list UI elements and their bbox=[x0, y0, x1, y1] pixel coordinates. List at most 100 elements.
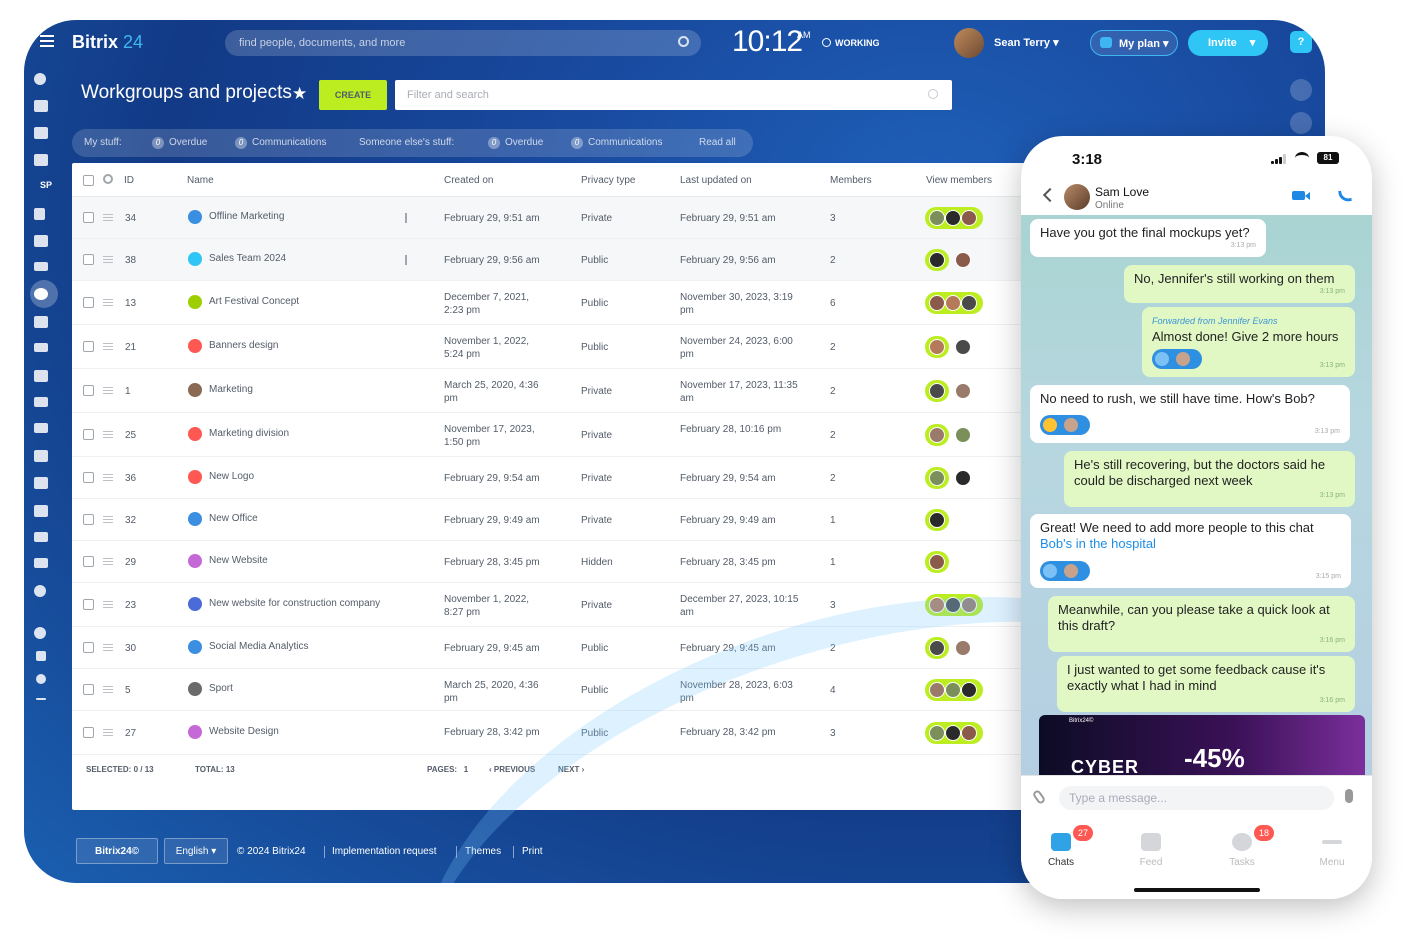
language-selector[interactable]: English ▾ bbox=[164, 838, 228, 864]
member-avatar[interactable] bbox=[929, 512, 945, 528]
settings-icon[interactable] bbox=[36, 674, 46, 684]
drag-handle-icon[interactable] bbox=[103, 299, 113, 306]
project-name-link[interactable]: New Logo bbox=[209, 470, 254, 483]
table-row[interactable]: 38 Sales Team 2024 February 29, 9:56 am Pub… bbox=[72, 239, 1092, 281]
drag-handle-icon[interactable] bbox=[103, 214, 113, 221]
row-checkbox[interactable] bbox=[83, 727, 94, 738]
table-row[interactable]: 13 Art Festival Concept December 7, 2021, 2… bbox=[72, 281, 1092, 325]
video-call-icon[interactable] bbox=[1292, 191, 1310, 200]
grid-settings-icon[interactable] bbox=[103, 174, 113, 184]
hamburger-menu-icon[interactable] bbox=[40, 35, 54, 47]
message-outgoing[interactable]: Meanwhile, can you please take a quick l… bbox=[1048, 596, 1355, 652]
copilot-icon[interactable] bbox=[1290, 79, 1312, 101]
next-button[interactable]: NEXT › bbox=[558, 765, 584, 774]
create-button[interactable]: CREATE bbox=[319, 80, 387, 110]
member-avatar[interactable] bbox=[929, 427, 945, 443]
project-name-link[interactable]: Marketing division bbox=[209, 427, 289, 440]
print-link[interactable]: Print bbox=[522, 846, 543, 857]
bitrix-logo[interactable]: Bitrix 24 bbox=[72, 32, 143, 53]
drag-handle-icon[interactable] bbox=[103, 644, 113, 651]
cart-icon[interactable] bbox=[34, 397, 48, 407]
table-row[interactable]: 30 Social Media Analytics February 29, 9:4… bbox=[72, 627, 1092, 669]
message-forwarded[interactable]: Forwarded from Jennifer Evans Almost done… bbox=[1142, 307, 1355, 377]
sp-icon[interactable]: SP bbox=[40, 180, 52, 190]
bitrix24-footer-logo[interactable]: Bitrix24© bbox=[76, 838, 158, 864]
checklist-icon[interactable] bbox=[34, 316, 48, 328]
previous-button[interactable]: ‹ PREVIOUS bbox=[489, 765, 535, 774]
row-checkbox[interactable] bbox=[83, 514, 94, 525]
member-avatar[interactable] bbox=[929, 470, 945, 486]
member-avatar[interactable] bbox=[929, 725, 945, 741]
page-number[interactable]: 1 bbox=[464, 765, 468, 774]
structure-icon[interactable] bbox=[36, 651, 46, 661]
message-input[interactable]: Type a message... bbox=[1059, 786, 1334, 810]
contact-name[interactable]: Sam Love bbox=[1095, 185, 1149, 199]
robot-icon[interactable] bbox=[34, 477, 48, 489]
table-row[interactable]: 36 New Logo February 29, 9:54 am Private Feb… bbox=[72, 457, 1092, 499]
back-icon[interactable] bbox=[1042, 187, 1058, 203]
bank-icon[interactable] bbox=[34, 370, 48, 382]
other-overdue-counter[interactable]: 0 Overdue bbox=[488, 137, 543, 149]
message-reaction[interactable] bbox=[1152, 349, 1202, 369]
phone-call-icon[interactable] bbox=[1338, 189, 1352, 203]
sign-icon[interactable] bbox=[34, 423, 48, 433]
filter-icon[interactable] bbox=[34, 343, 48, 352]
message-outgoing[interactable]: No, Jennifer's still working on them 3:13… bbox=[1124, 265, 1355, 303]
member-avatar[interactable] bbox=[955, 640, 971, 656]
pin-icon[interactable] bbox=[405, 213, 411, 223]
member-avatar[interactable] bbox=[945, 597, 961, 613]
column-members[interactable]: Members bbox=[830, 175, 872, 186]
member-avatar[interactable] bbox=[929, 252, 945, 268]
member-avatar[interactable] bbox=[955, 427, 971, 443]
member-avatar[interactable] bbox=[929, 682, 945, 698]
clock[interactable]: 10:12 bbox=[732, 25, 803, 59]
member-avatar[interactable] bbox=[955, 252, 971, 268]
member-avatar[interactable] bbox=[945, 725, 961, 741]
pin-icon[interactable] bbox=[405, 255, 411, 265]
member-avatar[interactable] bbox=[929, 339, 945, 355]
member-avatar[interactable] bbox=[961, 725, 977, 741]
message-incoming[interactable]: Great! We need to add more people to thi… bbox=[1030, 514, 1351, 588]
table-row[interactable]: 34 Offline Marketing February 29, 9:51 am P… bbox=[72, 197, 1092, 239]
drive-icon[interactable] bbox=[34, 235, 48, 247]
drag-handle-icon[interactable] bbox=[103, 516, 113, 523]
notifications-icon[interactable] bbox=[1290, 112, 1312, 134]
row-checkbox[interactable] bbox=[83, 556, 94, 567]
my-overdue-counter[interactable]: 0 Overdue bbox=[152, 137, 207, 149]
column-name[interactable]: Name bbox=[187, 175, 214, 186]
activity-stream-icon[interactable] bbox=[34, 73, 46, 85]
drag-handle-icon[interactable] bbox=[103, 256, 113, 263]
themes-link[interactable]: Themes bbox=[465, 846, 501, 857]
add-icon[interactable] bbox=[36, 698, 46, 700]
row-checkbox[interactable] bbox=[83, 472, 94, 483]
project-name-link[interactable]: New Website bbox=[209, 554, 268, 567]
user-menu[interactable]: Sean Terry ▾ bbox=[994, 36, 1059, 49]
message-outgoing[interactable]: I just wanted to get some feedback cause… bbox=[1057, 656, 1355, 712]
column-created[interactable]: Created on bbox=[444, 175, 493, 186]
drag-handle-icon[interactable] bbox=[103, 343, 113, 350]
table-row[interactable]: 25 Marketing division November 17, 2023, 1:… bbox=[72, 413, 1092, 457]
project-name-link[interactable]: Art Festival Concept bbox=[209, 295, 299, 308]
row-checkbox[interactable] bbox=[83, 684, 94, 695]
member-avatar[interactable] bbox=[929, 640, 945, 656]
member-avatar[interactable] bbox=[961, 597, 977, 613]
working-status[interactable]: WORKING bbox=[822, 38, 880, 48]
invite-button[interactable]: Invite ▾ bbox=[1188, 30, 1268, 56]
member-avatar[interactable] bbox=[945, 682, 961, 698]
row-checkbox[interactable] bbox=[83, 429, 94, 440]
project-name-link[interactable]: Social Media Analytics bbox=[209, 640, 309, 653]
table-row[interactable]: 32 New Office February 29, 9:49 am Private F… bbox=[72, 499, 1092, 541]
project-name-link[interactable]: Offline Marketing bbox=[209, 210, 284, 223]
member-avatar[interactable] bbox=[955, 470, 971, 486]
tab-feed[interactable]: Feed bbox=[1111, 833, 1191, 868]
member-avatar[interactable] bbox=[929, 295, 945, 311]
drag-handle-icon[interactable] bbox=[103, 474, 113, 481]
contact-avatar[interactable] bbox=[1064, 184, 1090, 210]
member-avatar[interactable] bbox=[929, 554, 945, 570]
row-checkbox[interactable] bbox=[83, 642, 94, 653]
row-checkbox[interactable] bbox=[83, 341, 94, 352]
message-reaction[interactable] bbox=[1040, 561, 1090, 581]
box-icon[interactable] bbox=[34, 505, 48, 517]
mail-icon[interactable] bbox=[34, 262, 48, 271]
row-checkbox[interactable] bbox=[83, 212, 94, 223]
